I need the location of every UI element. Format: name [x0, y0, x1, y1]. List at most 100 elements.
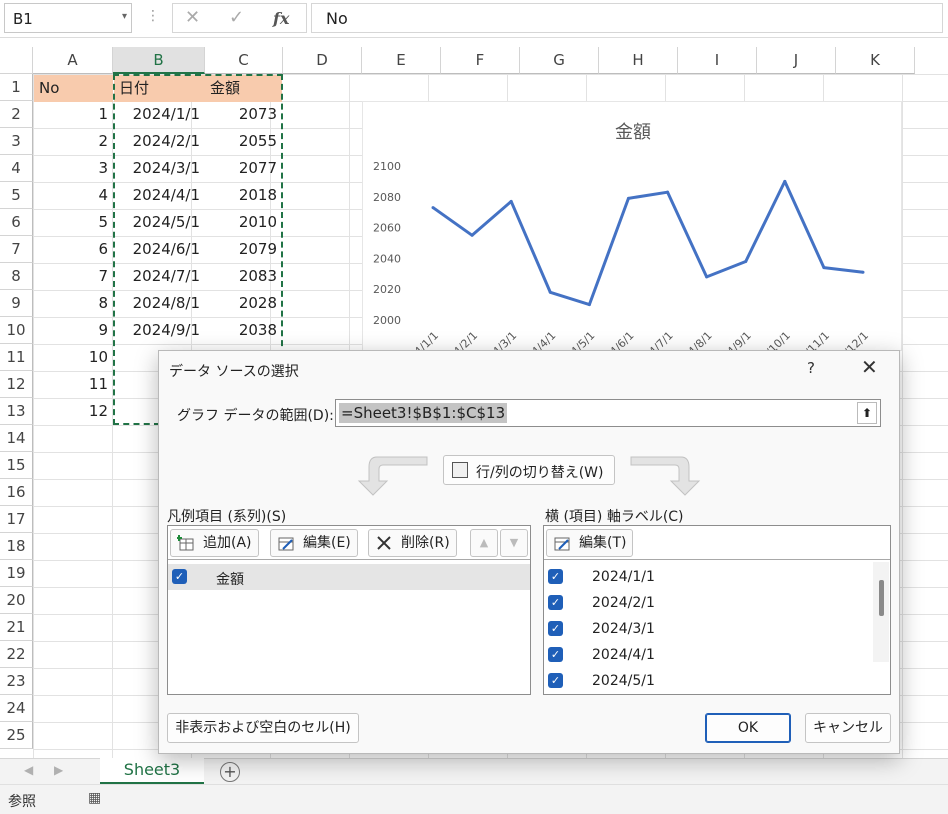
- cell-no[interactable]: 9: [34, 317, 113, 344]
- cell-header-no[interactable]: No: [34, 75, 113, 102]
- axis-label-row[interactable]: ✓ 2024/3/1: [544, 616, 872, 642]
- checkbox-checked-icon[interactable]: ✓: [548, 621, 563, 636]
- row-header[interactable]: 17: [0, 506, 33, 533]
- cell-no[interactable]: 1: [34, 101, 113, 128]
- select-all-corner[interactable]: [0, 47, 33, 74]
- axis-label-row[interactable]: ✓ 2024/2/1: [544, 590, 872, 616]
- add-sheet-icon[interactable]: +: [220, 762, 240, 782]
- switch-row-column-button[interactable]: 行/列の切り替え(W): [443, 455, 615, 485]
- checkbox-checked-icon[interactable]: ✓: [548, 569, 563, 584]
- checkbox-checked-icon[interactable]: ✓: [172, 569, 187, 584]
- chart-range-input[interactable]: =Sheet3!$B$1:$C$13 ⬆: [335, 399, 881, 427]
- row-header[interactable]: 22: [0, 641, 33, 668]
- line-chart[interactable]: 金額 2000 2020 2040 2060 2080 2100 2024/1/1 2024/2…: [362, 101, 902, 352]
- x-tick-label: 2024/2/1: [436, 329, 480, 352]
- row-header[interactable]: 19: [0, 560, 33, 587]
- edit-series-button[interactable]: 編集(E): [270, 529, 358, 557]
- cell-no[interactable]: 6: [34, 236, 113, 263]
- cell-no[interactable]: 11: [34, 371, 113, 398]
- cancel-button[interactable]: キャンセル: [805, 713, 891, 743]
- row-header[interactable]: 24: [0, 695, 33, 722]
- row-header[interactable]: 14: [0, 425, 33, 452]
- row-header[interactable]: 18: [0, 533, 33, 560]
- column-header-b[interactable]: B: [113, 47, 205, 74]
- column-header-f[interactable]: F: [441, 47, 520, 74]
- column-header-a[interactable]: A: [33, 47, 113, 74]
- edit-axis-labels-button[interactable]: 編集(T): [546, 529, 634, 557]
- column-header-c[interactable]: C: [205, 47, 283, 74]
- cell-no[interactable]: 2: [34, 128, 113, 155]
- checkbox-checked-icon[interactable]: ✓: [548, 595, 563, 610]
- axis-label-row[interactable]: ✓ 2024/4/1: [544, 642, 872, 668]
- row-header[interactable]: 20: [0, 587, 33, 614]
- formula-buttons: ✕ ✓ fx: [172, 3, 307, 33]
- hidden-empty-cells-button[interactable]: 非表示および空白のセル(H): [167, 713, 359, 743]
- row-header[interactable]: 8: [0, 263, 33, 290]
- row-header[interactable]: 3: [0, 128, 33, 155]
- cell-no[interactable]: 3: [34, 155, 113, 182]
- row-header[interactable]: 12: [0, 371, 33, 398]
- data-point: [548, 290, 552, 294]
- formula-input[interactable]: No: [311, 3, 943, 33]
- enter-icon[interactable]: ✓: [229, 7, 244, 28]
- name-box[interactable]: B1 ▾: [4, 3, 132, 33]
- collapse-dialog-icon[interactable]: ⬆: [857, 402, 877, 424]
- row-header[interactable]: 21: [0, 614, 33, 641]
- cell-no[interactable]: 4: [34, 182, 113, 209]
- row-header[interactable]: 10: [0, 317, 33, 344]
- cell-no[interactable]: 5: [34, 209, 113, 236]
- row-header[interactable]: 9: [0, 290, 33, 317]
- column-header-h[interactable]: H: [599, 47, 678, 74]
- cell-no[interactable]: 7: [34, 263, 113, 290]
- insert-function-icon[interactable]: fx: [273, 9, 289, 28]
- help-icon[interactable]: ?: [807, 359, 815, 377]
- scroll-thumb[interactable]: [879, 580, 884, 616]
- legend-entries-label: 凡例項目 (系列)(S): [167, 509, 287, 525]
- column-header-k[interactable]: K: [836, 47, 915, 74]
- cell-no[interactable]: 12: [34, 398, 113, 425]
- row-header[interactable]: 15: [0, 452, 33, 479]
- tab-prev-icon[interactable]: ◀: [24, 763, 33, 777]
- add-series-label: 追加(A): [203, 535, 252, 551]
- cancel-icon[interactable]: ✕: [185, 7, 200, 28]
- tab-next-icon[interactable]: ▶: [54, 763, 63, 777]
- close-icon[interactable]: ✕: [861, 355, 878, 379]
- cell-no[interactable]: 8: [34, 290, 113, 317]
- checkbox-checked-icon[interactable]: ✓: [548, 673, 563, 688]
- row-header[interactable]: 1: [0, 74, 33, 101]
- axis-label-row[interactable]: ✓ 2024/5/1: [544, 668, 872, 694]
- axis-labels-panel: 編集(T) ✓ 2024/1/1 ✓ 2024/2/1 ✓ 2024/3/1 ✓ 2024/4…: [543, 525, 891, 695]
- column-header-i[interactable]: I: [678, 47, 757, 74]
- ok-button[interactable]: OK: [705, 713, 791, 743]
- chevron-down-icon[interactable]: ▾: [122, 11, 127, 22]
- row-header[interactable]: 4: [0, 155, 33, 182]
- move-down-icon[interactable]: ▼: [500, 529, 528, 557]
- sheet-tab-sheet3[interactable]: Sheet3: [100, 758, 204, 785]
- column-header-g[interactable]: G: [520, 47, 599, 74]
- row-header[interactable]: 13: [0, 398, 33, 425]
- accessibility-icon[interactable]: ▦: [88, 790, 101, 806]
- axis-label-row[interactable]: ✓ 2024/1/1: [544, 564, 872, 590]
- add-series-button[interactable]: 追加(A): [170, 529, 259, 557]
- cell-no[interactable]: 10: [34, 344, 113, 371]
- row-header[interactable]: 16: [0, 479, 33, 506]
- switch-row-column-label: 行/列の切り替え(W): [476, 465, 604, 481]
- axis-list-scrollbar[interactable]: [873, 562, 889, 662]
- switch-row-column-icon: [452, 462, 468, 478]
- row-header[interactable]: 2: [0, 101, 33, 128]
- legend-entry-row[interactable]: ✓ 金額: [168, 564, 530, 590]
- checkbox-checked-icon[interactable]: ✓: [548, 647, 563, 662]
- column-header-d[interactable]: D: [283, 47, 362, 74]
- row-header[interactable]: 23: [0, 668, 33, 695]
- row-header[interactable]: 25: [0, 722, 33, 749]
- column-header-e[interactable]: E: [362, 47, 441, 74]
- move-up-icon[interactable]: ▲: [470, 529, 498, 557]
- column-header-j[interactable]: J: [757, 47, 836, 74]
- range-label: グラフ データの範囲(D):: [177, 408, 334, 424]
- row-header[interactable]: 11: [0, 344, 33, 371]
- row-header[interactable]: 5: [0, 182, 33, 209]
- data-point: [470, 233, 474, 237]
- remove-series-button[interactable]: 削除(R): [368, 529, 457, 557]
- row-header[interactable]: 6: [0, 209, 33, 236]
- row-header[interactable]: 7: [0, 236, 33, 263]
